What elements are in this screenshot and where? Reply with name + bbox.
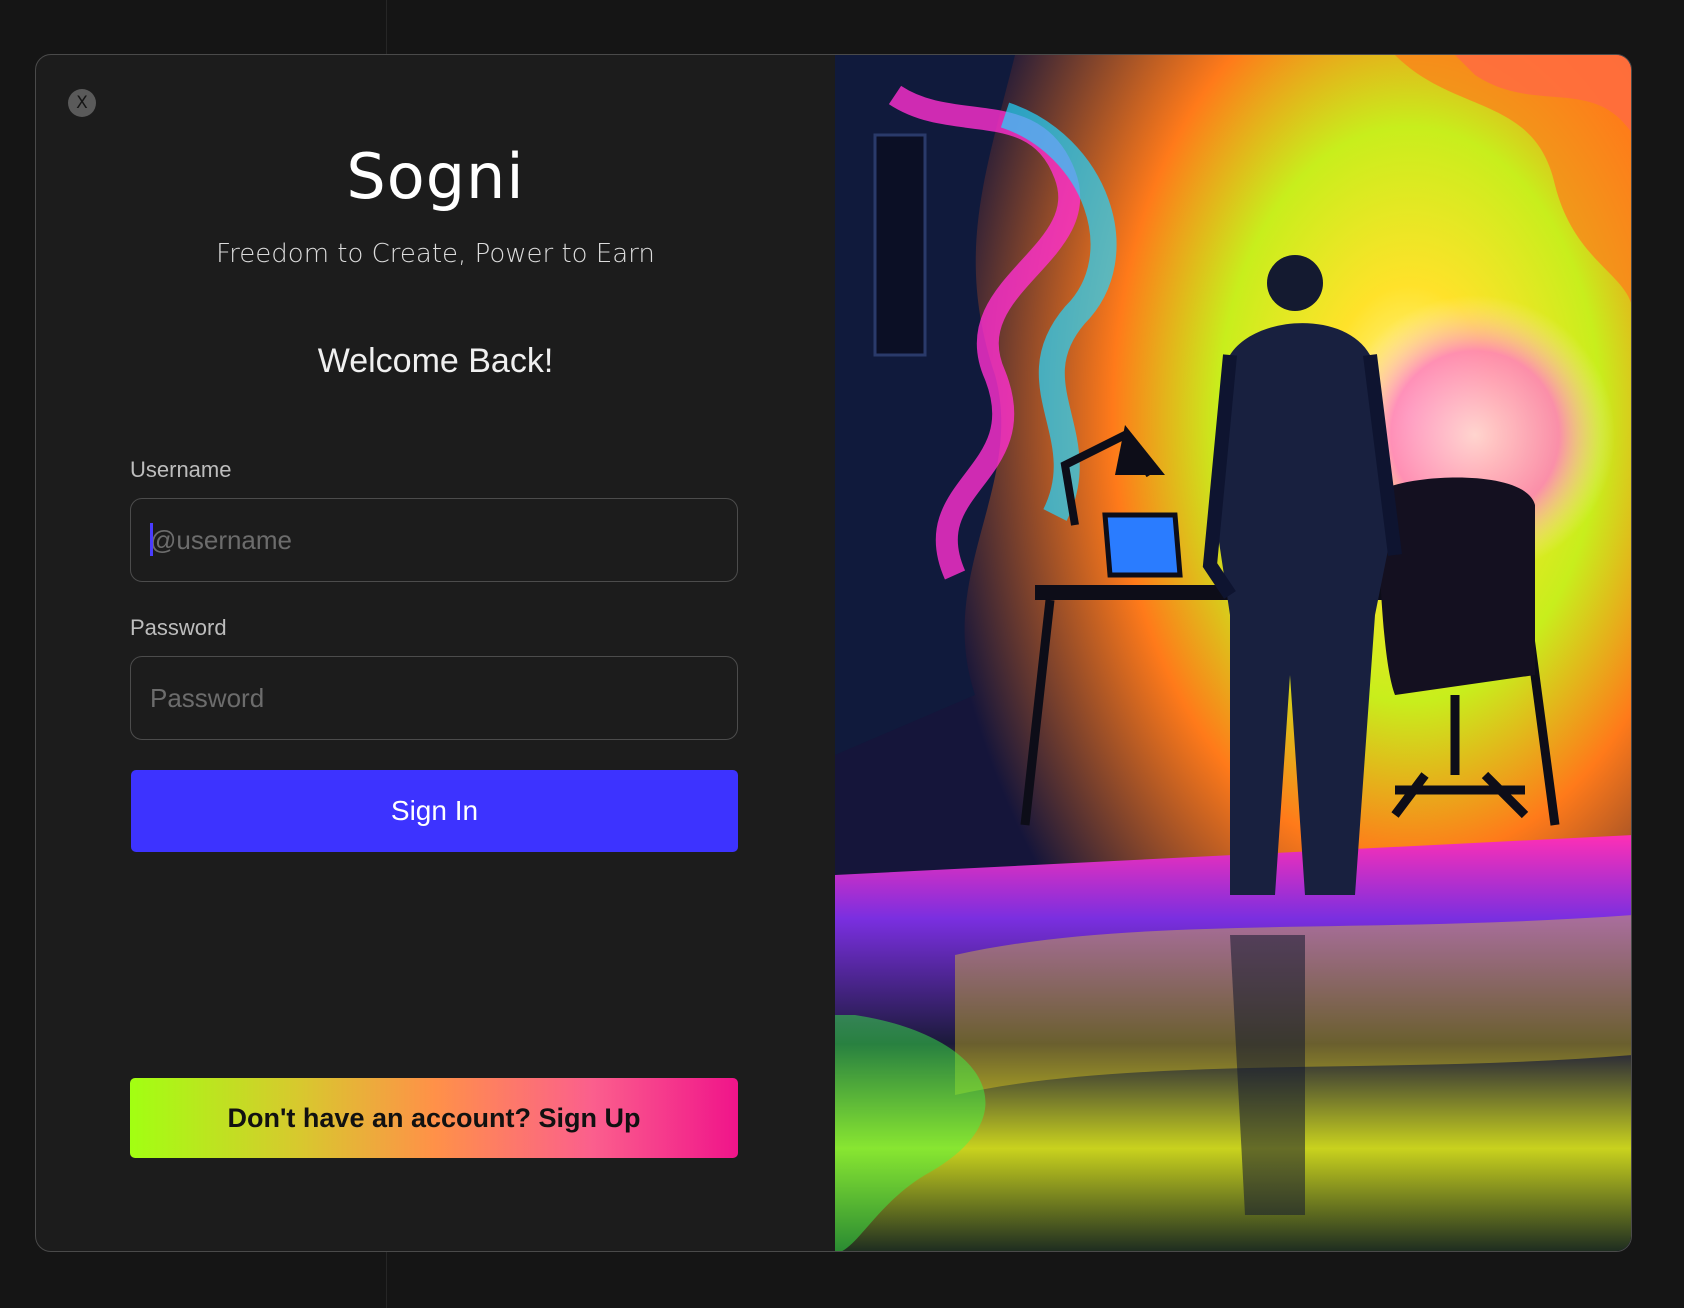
password-label: Password — [130, 615, 227, 640]
close-button[interactable]: X — [68, 89, 96, 117]
tagline: Freedom to Create, Power to Earn — [216, 239, 655, 269]
username-label: Username — [130, 457, 232, 482]
text-caret — [150, 523, 153, 556]
welcome-heading: Welcome Back! — [317, 342, 554, 380]
artwork-image — [835, 55, 1631, 1251]
login-modal: X Sogni Freedom to Create, Power to Earn… — [35, 54, 1632, 1252]
sign-up-button[interactable]: Don't have an account? Sign Up — [130, 1078, 738, 1158]
close-icon: X — [76, 93, 88, 113]
password-input[interactable] — [130, 656, 738, 740]
login-panel: X Sogni Freedom to Create, Power to Earn… — [36, 55, 835, 1251]
sign-in-button[interactable]: Sign In — [131, 770, 738, 852]
username-input[interactable] — [130, 498, 738, 582]
brand-logo: Sogni — [346, 140, 525, 213]
